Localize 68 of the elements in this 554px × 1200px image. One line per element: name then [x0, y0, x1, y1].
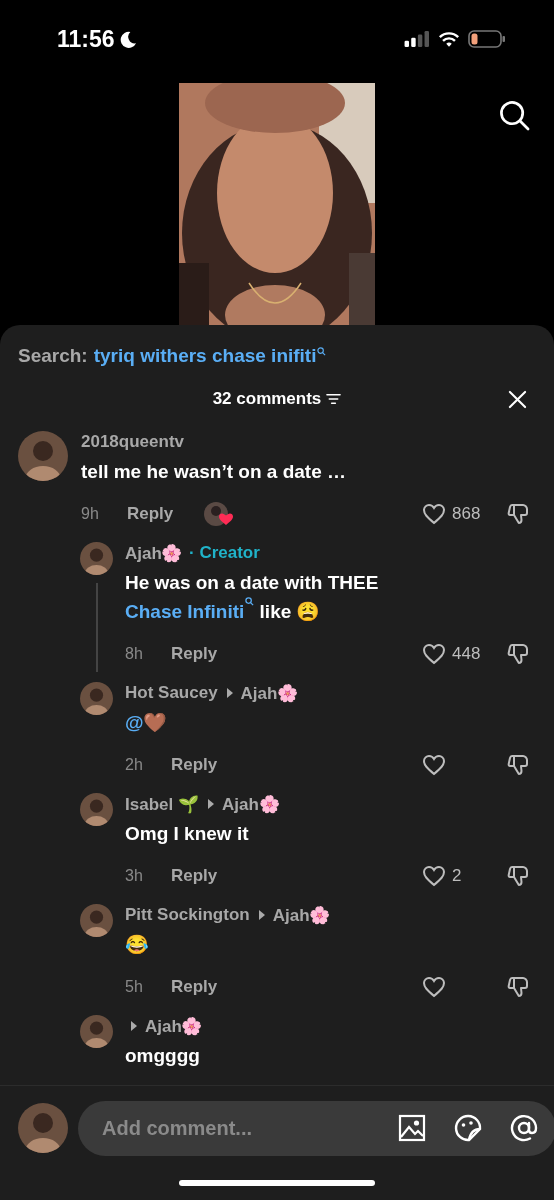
comment-text: tell me he wasn’t on a date …: [81, 460, 347, 484]
comments-count: 32 comments: [212, 389, 322, 409]
avatar[interactable]: [18, 1103, 68, 1153]
reply-arrow-icon: [131, 1021, 137, 1031]
username[interactable]: 2018queentv: [81, 432, 184, 452]
reply-button[interactable]: Reply: [171, 866, 218, 886]
comment-time: 8h: [125, 645, 144, 663]
comment-text: He was on a date with THEE Chase Infiniti like 😩: [125, 571, 380, 624]
thumbs-down-icon[interactable]: [506, 642, 530, 666]
thumbs-down-icon[interactable]: [506, 502, 530, 526]
comment-text: 😂: [125, 933, 150, 957]
heart-icon[interactable]: [422, 754, 446, 776]
username[interactable]: Ajah🌸: [125, 542, 183, 564]
battery-icon: [468, 30, 506, 48]
search-label: Search:: [18, 345, 88, 367]
sticker-icon[interactable]: [454, 1114, 482, 1142]
reply-to-username[interactable]: Ajah🌸: [222, 793, 281, 815]
avatar[interactable]: [80, 904, 113, 937]
username[interactable]: Hot Saucey: [125, 683, 218, 703]
search-icon: [317, 347, 327, 356]
like-count: 868: [452, 504, 481, 524]
username[interactable]: Isabel 🌱: [125, 793, 200, 815]
signal-icon: [404, 31, 430, 47]
search-link[interactable]: Chase Infiniti: [125, 601, 255, 622]
comment-time: 3h: [125, 867, 144, 885]
reply-button[interactable]: Reply: [171, 644, 218, 664]
avatar[interactable]: [80, 682, 113, 715]
comment-text: omgggg: [125, 1044, 201, 1068]
reply-to-username[interactable]: Ajah🌸: [145, 1015, 203, 1037]
like-count: 448: [452, 644, 481, 664]
avatar[interactable]: [80, 542, 113, 575]
filter-icon[interactable]: [326, 393, 342, 405]
heart-icon[interactable]: [422, 503, 446, 525]
comment-input[interactable]: Add comment...: [102, 1116, 370, 1140]
reply-button[interactable]: Reply: [127, 504, 174, 524]
creator-label: · Creator: [189, 543, 260, 563]
username[interactable]: Pitt Sockington: [125, 905, 250, 925]
comment-time: 2h: [125, 756, 144, 774]
comment-text: Omg I knew it: [125, 822, 250, 846]
search-icon[interactable]: [499, 100, 530, 131]
reply-button[interactable]: Reply: [171, 755, 218, 775]
search-link[interactable]: tyriq withers chase inifiti: [93, 345, 317, 367]
avatar[interactable]: [18, 431, 68, 481]
reply-button[interactable]: Reply: [171, 977, 218, 997]
comment-time: 5h: [125, 978, 144, 996]
comment-text: @🤎: [125, 711, 169, 735]
thumbs-down-icon[interactable]: [506, 864, 530, 888]
comment-time: 9h: [81, 505, 100, 523]
like-count: 2: [452, 866, 462, 886]
heart-icon[interactable]: [422, 976, 446, 998]
avatar[interactable]: [80, 1015, 113, 1048]
search-icon: [245, 597, 255, 606]
heart-icon[interactable]: [422, 865, 446, 887]
reply-to-username[interactable]: Ajah🌸: [240, 682, 299, 704]
mention-icon[interactable]: [510, 1114, 538, 1142]
reply-arrow-icon: [208, 799, 215, 809]
reply-arrow-icon: [258, 910, 265, 920]
reply-arrow-icon: [226, 688, 233, 698]
status-time: 11:56: [57, 26, 115, 53]
wifi-icon: [438, 30, 460, 48]
close-icon[interactable]: [508, 389, 527, 409]
heart-icon[interactable]: [422, 643, 446, 665]
thumbs-down-icon[interactable]: [506, 753, 530, 777]
mention-link[interactable]: @: [125, 712, 144, 733]
image-icon[interactable]: [398, 1114, 426, 1142]
avatar[interactable]: [80, 793, 113, 826]
reply-to-username[interactable]: Ajah🌸: [272, 904, 331, 926]
thumbs-down-icon[interactable]: [506, 975, 530, 999]
